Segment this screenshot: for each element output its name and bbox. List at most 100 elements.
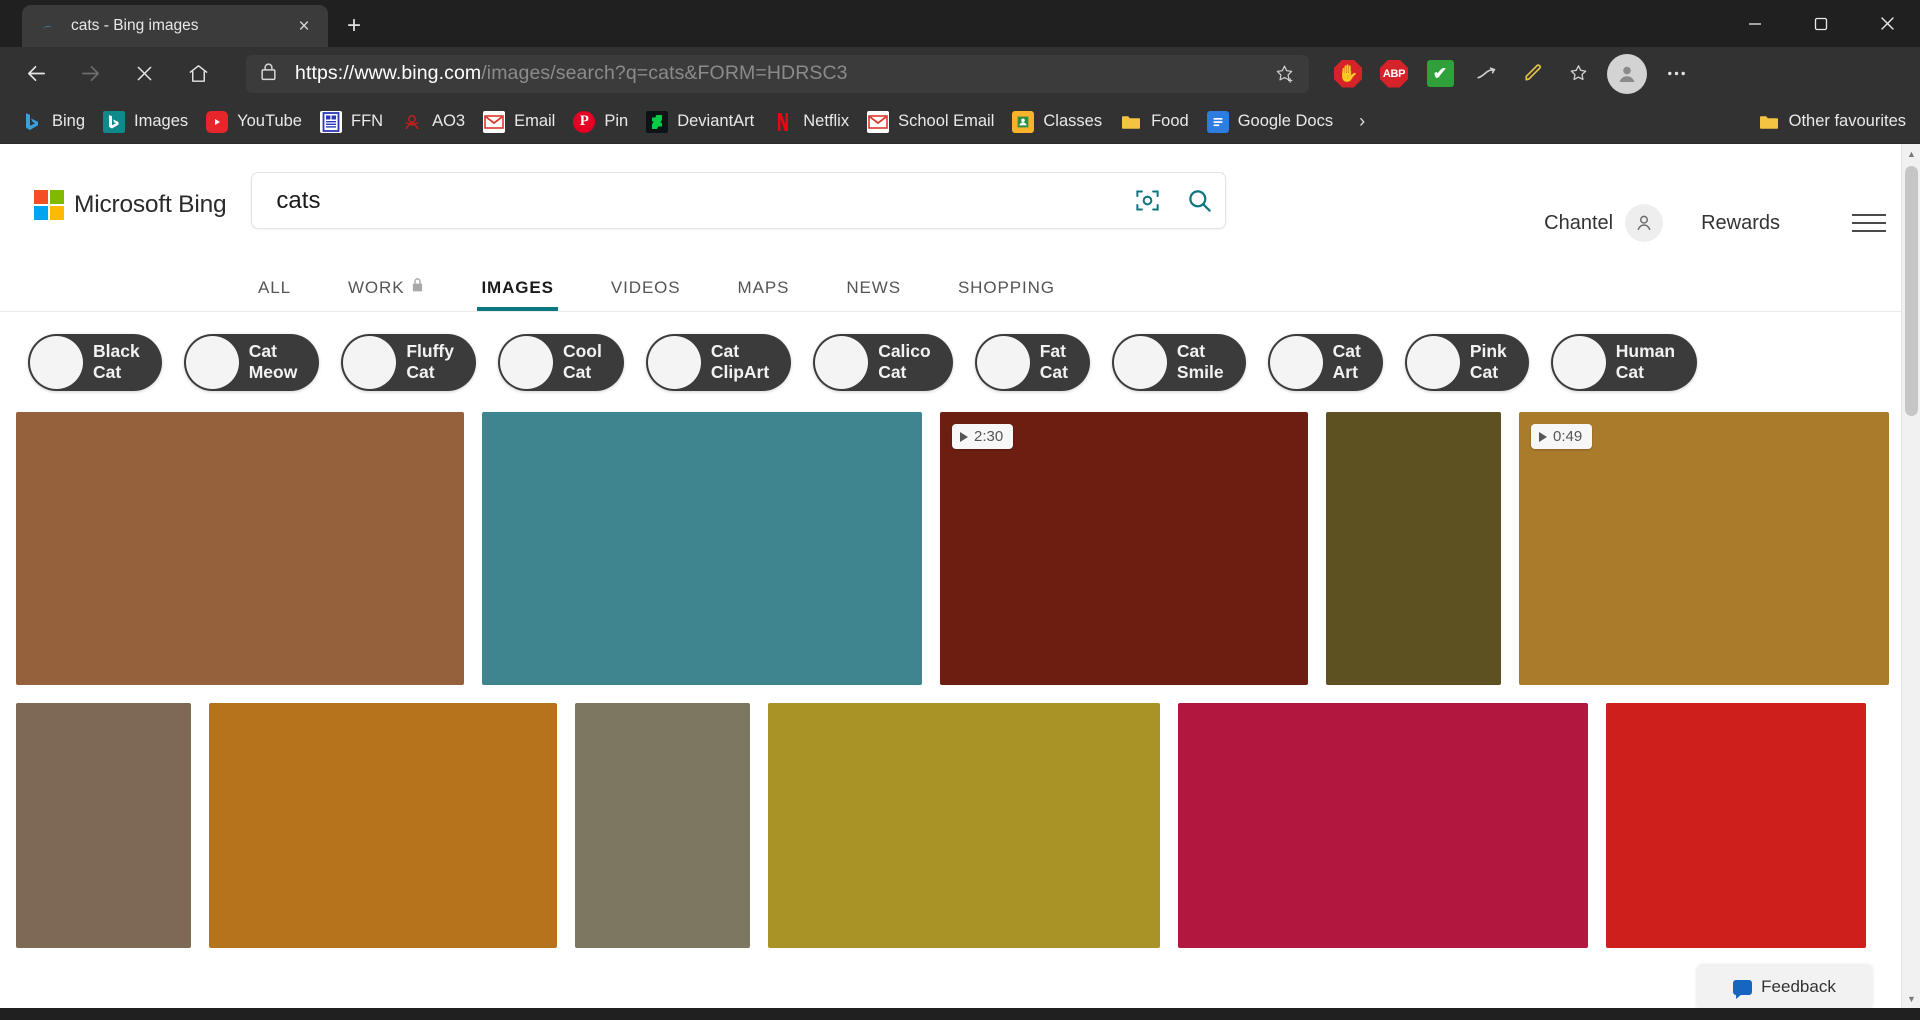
adblock-plus-extension-icon[interactable]: ABP <box>1371 54 1417 94</box>
filter-chip[interactable]: Pink Cat <box>1404 333 1529 391</box>
back-button[interactable] <box>16 54 56 94</box>
tab-images[interactable]: IMAGES <box>477 278 559 311</box>
search-icon[interactable] <box>1173 175 1225 227</box>
browser-tab[interactable]: cats - Bing images × <box>22 5 328 47</box>
filter-chip[interactable]: Fluffy Cat <box>341 333 476 391</box>
url-scheme: https:// <box>295 62 355 84</box>
page-scrollbar[interactable]: ▲ ▼ <box>1901 144 1920 1008</box>
collections-icon[interactable] <box>1555 54 1601 94</box>
bookmark-ao3[interactable]: AO3 <box>392 105 474 139</box>
bookmark-food[interactable]: Food <box>1111 105 1198 139</box>
chip-label: Pink Cat <box>1469 340 1507 382</box>
filter-chips-row: Black Cat Cat Meow Fluffy Cat Cool Cat C… <box>0 312 1920 412</box>
filter-chip[interactable]: Cat ClipArt <box>645 333 792 391</box>
tab-label: SHOPPING <box>957 278 1055 297</box>
bookmark-ffn[interactable]: FFN <box>311 105 392 139</box>
bookmark-netflix[interactable]: Netflix <box>763 105 858 139</box>
filter-chip[interactable]: Cat Smile <box>1111 333 1246 391</box>
highlighter-extension-icon[interactable] <box>1509 54 1555 94</box>
tab-videos[interactable]: VIDEOS <box>611 278 681 311</box>
extensions-strip: ✋ ABP ✔ <box>1325 53 1699 94</box>
filter-chip[interactable]: Human Cat <box>1550 333 1698 391</box>
image-result[interactable] <box>16 703 191 948</box>
bookmark-email[interactable]: Email <box>474 105 564 139</box>
image-result[interactable] <box>1606 703 1866 948</box>
image-result[interactable] <box>1178 703 1588 948</box>
other-favourites-button[interactable]: Other favourites <box>1758 111 1906 133</box>
new-tab-button[interactable]: + <box>336 8 372 44</box>
profile-icon[interactable] <box>1607 53 1647 94</box>
url-path: /images/search?q=cats&FORM=HDRSC3 <box>481 62 848 84</box>
lock-icon <box>260 62 277 86</box>
chip-label: Calico Cat <box>878 340 931 382</box>
filter-chip[interactable]: Cat Art <box>1267 333 1383 391</box>
bookmark-deviantart[interactable]: DeviantArt <box>637 105 763 139</box>
checkmark-extension-icon[interactable]: ✔ <box>1417 54 1463 94</box>
duration-label: 2:30 <box>974 428 1004 445</box>
scroll-up-icon[interactable]: ▲ <box>1902 144 1920 163</box>
tab-label: VIDEOS <box>610 278 681 297</box>
feedback-button[interactable]: Feedback <box>1697 966 1872 1008</box>
tab-all[interactable]: ALL <box>258 278 291 311</box>
home-button[interactable] <box>178 54 218 94</box>
bookmark-classes[interactable]: Classes <box>1003 105 1111 139</box>
tab-news[interactable]: NEWS <box>846 278 901 311</box>
close-window-button[interactable] <box>1854 0 1920 47</box>
image-result[interactable] <box>16 412 464 685</box>
add-favorite-icon[interactable] <box>1267 57 1301 91</box>
image-results-row-1: 2:30 0:49 <box>0 412 1920 685</box>
bookmark-bing[interactable]: Bing <box>12 105 94 139</box>
address-bar[interactable]: https://www.bing.com/images/search?q=cat… <box>246 54 1309 93</box>
bookmark-youtube[interactable]: YouTube <box>197 105 311 139</box>
video-result[interactable]: 0:49 <box>1519 412 1889 685</box>
avatar[interactable] <box>1625 204 1664 242</box>
bookmark-label: Email <box>514 112 556 130</box>
fanfiction-icon <box>319 110 342 133</box>
mouse-gesture-extension-icon[interactable] <box>1463 54 1509 94</box>
scrollbar-thumb[interactable] <box>1905 166 1918 416</box>
chip-label: Human Cat <box>1615 340 1676 382</box>
filter-chip[interactable]: Cool Cat <box>497 333 624 391</box>
bookmark-pin[interactable]: P Pin <box>564 105 637 139</box>
hamburger-menu-icon[interactable] <box>1852 214 1886 232</box>
bookmark-label: Bing <box>52 112 86 130</box>
account-name[interactable]: Chantel <box>1544 212 1613 235</box>
maximize-window-button[interactable] <box>1788 0 1854 47</box>
google-docs-icon <box>1206 110 1229 133</box>
tab-work[interactable]: WORK <box>348 277 424 311</box>
filter-chip[interactable]: Black Cat <box>28 333 162 391</box>
tab-maps[interactable]: MAPS <box>738 278 790 311</box>
bookmark-school-email[interactable]: School Email <box>858 105 1003 139</box>
video-result[interactable]: 2:30 <box>940 412 1308 685</box>
chip-thumbnail <box>1269 335 1323 389</box>
camera-search-icon[interactable] <box>1121 175 1173 227</box>
tab-label: WORK <box>347 277 405 297</box>
filter-chip[interactable]: Calico Cat <box>813 333 953 391</box>
search-box[interactable]: cats <box>251 172 1227 229</box>
tab-shopping[interactable]: SHOPPING <box>958 278 1055 311</box>
close-tab-button[interactable]: × <box>290 12 318 40</box>
image-result[interactable] <box>1326 412 1501 685</box>
bookmark-images[interactable]: Images <box>94 105 197 139</box>
search-input[interactable]: cats <box>252 187 1121 215</box>
image-result[interactable] <box>482 412 922 685</box>
bookmark-label: Pin <box>604 112 629 130</box>
bookmarks-overflow-button[interactable]: › <box>1348 111 1376 132</box>
adblock-extension-icon[interactable]: ✋ <box>1325 54 1371 94</box>
image-result[interactable] <box>768 703 1160 948</box>
forward-button[interactable] <box>70 54 110 94</box>
address-bar-url[interactable]: https://www.bing.com/images/search?q=cat… <box>295 62 1267 85</box>
feedback-label: Feedback <box>1761 977 1836 996</box>
image-result[interactable] <box>209 703 557 948</box>
bing-logo[interactable]: Microsoft Bing <box>34 190 227 220</box>
filter-chip[interactable]: Cat Meow <box>183 333 320 391</box>
stop-loading-button[interactable] <box>124 54 164 94</box>
bookmark-google-docs[interactable]: Google Docs <box>1198 105 1342 139</box>
chip-thumbnail <box>1552 335 1606 389</box>
image-result[interactable] <box>575 703 750 948</box>
filter-chip[interactable]: Fat Cat <box>974 333 1090 391</box>
scroll-down-icon[interactable]: ▼ <box>1902 989 1920 1008</box>
minimize-window-button[interactable] <box>1722 0 1788 47</box>
rewards-link[interactable]: Rewards <box>1701 212 1780 235</box>
more-options-icon[interactable] <box>1653 54 1699 94</box>
